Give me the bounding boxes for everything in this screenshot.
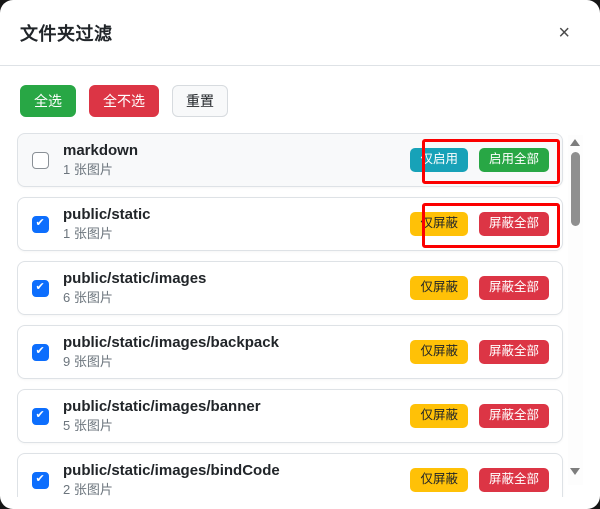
scroll-up-icon[interactable]	[570, 139, 580, 146]
folder-image-count: 5 张图片	[63, 418, 113, 434]
block-only-button[interactable]: 仅屏蔽	[410, 468, 468, 492]
folder-name: public/static/images/bindCode	[63, 462, 280, 480]
folder-name: public/static/images/backpack	[63, 334, 279, 352]
folder-list-item: public/static/images/banner 5 张图片 仅屏蔽 屏蔽…	[17, 389, 563, 443]
toolbar: 全选 全不选 重置	[20, 85, 228, 118]
folder-actions: 仅屏蔽 屏蔽全部	[410, 212, 549, 236]
enable-only-button[interactable]: 仅启用	[410, 148, 468, 172]
folder-actions: 仅屏蔽 屏蔽全部	[410, 276, 549, 300]
folder-list: markdown 1 张图片 仅启用 启用全部 public/static 1 …	[17, 133, 583, 497]
block-all-button[interactable]: 屏蔽全部	[478, 404, 549, 428]
folder-actions: 仅屏蔽 屏蔽全部	[410, 340, 549, 364]
block-all-button[interactable]: 屏蔽全部	[478, 212, 549, 236]
folder-actions: 仅屏蔽 屏蔽全部	[410, 468, 549, 492]
folder-info: public/static/images/backpack 9 张图片	[63, 334, 279, 370]
folder-image-count: 9 张图片	[63, 354, 113, 370]
folder-list-item: markdown 1 张图片 仅启用 启用全部	[17, 133, 563, 187]
folder-checkbox[interactable]	[32, 343, 49, 361]
folder-name: public/static/images	[63, 270, 207, 288]
folder-info: public/static/images 6 张图片	[63, 270, 206, 306]
block-all-button[interactable]: 屏蔽全部	[478, 468, 549, 492]
folder-image-count: 1 张图片	[63, 226, 113, 242]
folder-filter-modal: 文件夹过滤 × 全选 全不选 重置 markdown 1 张图片 仅启用 启用全…	[0, 0, 600, 509]
folder-checkbox[interactable]	[32, 471, 49, 489]
close-icon[interactable]: ×	[558, 23, 570, 43]
enable-all-button[interactable]: 启用全部	[478, 148, 549, 172]
select-all-button[interactable]: 全选	[20, 85, 76, 118]
block-all-button[interactable]: 屏蔽全部	[478, 276, 549, 300]
folder-info: public/static/images/banner 5 张图片	[63, 398, 261, 434]
folder-name: public/static	[63, 206, 151, 224]
folder-info: public/static/images/bindCode 2 张图片	[63, 462, 280, 497]
folder-name: markdown	[63, 142, 139, 160]
folder-list-item: public/static 1 张图片 仅屏蔽 屏蔽全部	[17, 197, 563, 251]
folder-list-item: public/static/images/backpack 9 张图片 仅屏蔽 …	[17, 325, 563, 379]
folder-image-count: 1 张图片	[63, 162, 113, 178]
modal-header: 文件夹过滤 ×	[0, 0, 600, 66]
modal-title: 文件夹过滤	[20, 23, 113, 44]
folder-actions: 仅启用 启用全部	[410, 148, 549, 172]
scrollbar[interactable]	[568, 135, 583, 485]
block-only-button[interactable]: 仅屏蔽	[410, 276, 468, 300]
folder-name: public/static/images/banner	[63, 398, 261, 416]
block-only-button[interactable]: 仅屏蔽	[410, 212, 468, 236]
folder-list-items: markdown 1 张图片 仅启用 启用全部 public/static 1 …	[17, 133, 583, 497]
scroll-down-icon[interactable]	[570, 468, 580, 475]
folder-info: markdown 1 张图片	[63, 142, 138, 178]
folder-checkbox[interactable]	[32, 151, 49, 169]
block-only-button[interactable]: 仅屏蔽	[410, 340, 468, 364]
folder-actions: 仅屏蔽 屏蔽全部	[410, 404, 549, 428]
folder-info: public/static 1 张图片	[63, 206, 151, 242]
folder-list-item: public/static/images 6 张图片 仅屏蔽 屏蔽全部	[17, 261, 563, 315]
folder-checkbox[interactable]	[32, 279, 49, 297]
deselect-all-button[interactable]: 全不选	[89, 85, 159, 118]
folder-image-count: 2 张图片	[63, 482, 113, 497]
folder-checkbox[interactable]	[32, 215, 49, 233]
scrollbar-thumb[interactable]	[571, 152, 580, 226]
block-all-button[interactable]: 屏蔽全部	[478, 340, 549, 364]
reset-button[interactable]: 重置	[172, 85, 228, 118]
folder-image-count: 6 张图片	[63, 290, 113, 306]
block-only-button[interactable]: 仅屏蔽	[410, 404, 468, 428]
folder-checkbox[interactable]	[32, 407, 49, 425]
folder-list-item: public/static/images/bindCode 2 张图片 仅屏蔽 …	[17, 453, 563, 497]
